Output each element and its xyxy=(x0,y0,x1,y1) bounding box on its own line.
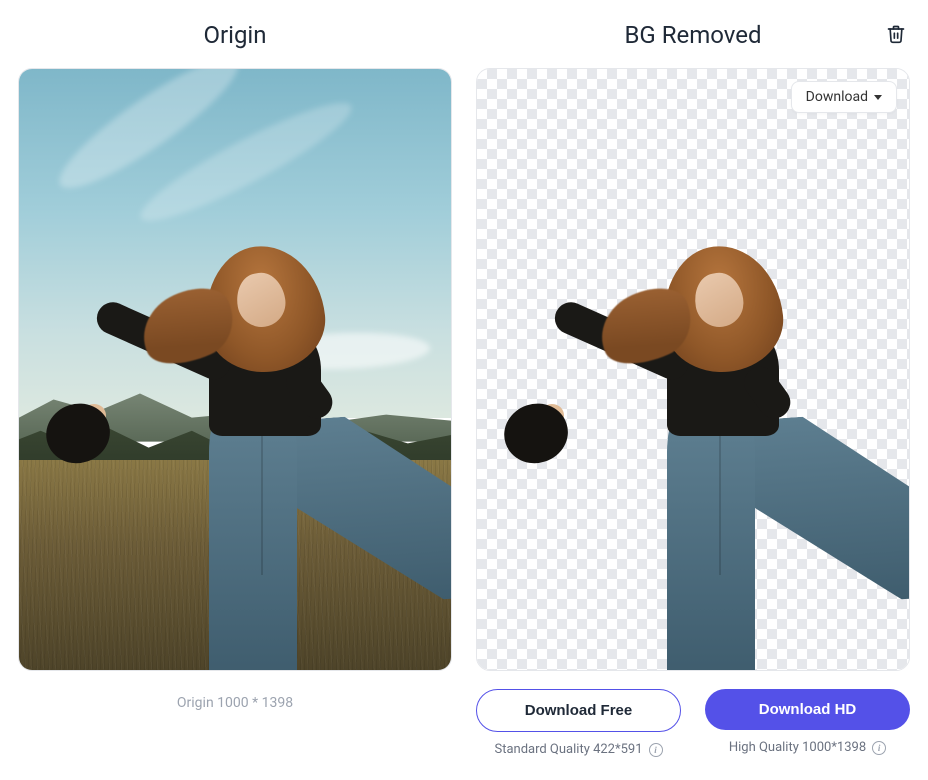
download-dropdown-label: Download xyxy=(806,89,868,105)
info-icon[interactable]: i xyxy=(649,743,663,757)
download-dropdown[interactable]: Download xyxy=(791,81,897,113)
delete-button[interactable] xyxy=(882,20,910,51)
origin-image-frame xyxy=(18,68,452,671)
origin-panel: Origin xyxy=(18,18,452,757)
trash-icon xyxy=(886,24,906,44)
removed-title-row: BG Removed xyxy=(476,18,910,52)
removed-panel: BG Removed xyxy=(476,18,910,757)
origin-image xyxy=(19,69,451,670)
origin-caption: Origin 1000 * 1398 xyxy=(177,695,293,711)
removed-image-frame: Download xyxy=(476,68,910,671)
download-hd-button[interactable]: Download HD xyxy=(705,689,910,730)
origin-title: Origin xyxy=(18,18,452,52)
standard-quality-text: Standard Quality 422*591 i xyxy=(494,742,662,757)
high-quality-label: High Quality 1000*1398 xyxy=(729,740,866,755)
transparent-background: Download xyxy=(477,69,909,670)
info-icon[interactable]: i xyxy=(872,741,886,755)
download-free-col: Download Free Standard Quality 422*591 i xyxy=(476,689,681,757)
standard-quality-label: Standard Quality 422*591 xyxy=(494,742,642,757)
download-actions: Download Free Standard Quality 422*591 i… xyxy=(476,689,910,757)
caret-down-icon xyxy=(874,95,882,100)
download-hd-col: Download HD High Quality 1000*1398 i xyxy=(705,689,910,757)
download-free-button[interactable]: Download Free xyxy=(476,689,681,732)
high-quality-text: High Quality 1000*1398 i xyxy=(729,740,886,755)
removed-title: BG Removed xyxy=(624,21,761,49)
